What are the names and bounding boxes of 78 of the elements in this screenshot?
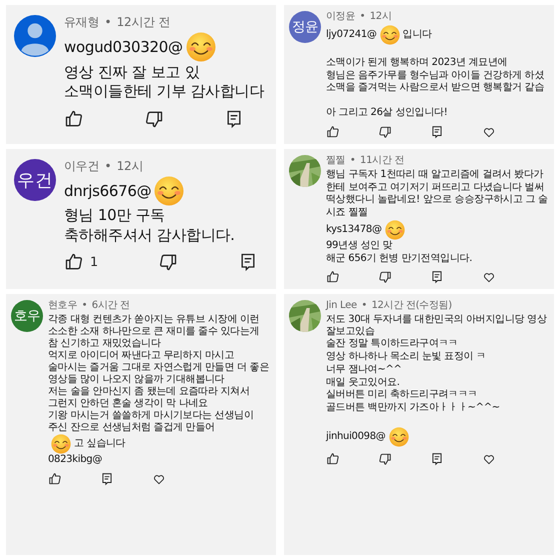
comment-time: 12시 (370, 11, 392, 23)
separator-dot: • (104, 158, 112, 174)
reply-icon[interactable] (100, 472, 114, 486)
reply-icon[interactable] (430, 270, 444, 284)
comment-text: 억지로 아이디어 짜낸다고 무리하지 마시고 술마시는 즐거움 그대로 자연스럽게 만들면 더 좋은 영상들 많이 나오지 않을까 기대해봅니다 (48, 350, 270, 386)
comment-text: kys13478@ (326, 224, 382, 236)
comment-text: dnrjs6676@ (64, 182, 152, 200)
author-name[interactable]: 이정윤 (326, 11, 356, 23)
smiling-face-icon (388, 426, 408, 447)
comment-text: 해군 656기 헌병 만기전역입니다. (326, 252, 472, 265)
comment-text: ljy07241@ (326, 29, 377, 41)
reply-icon[interactable] (430, 452, 444, 466)
author-name[interactable]: Jin Lee (326, 300, 357, 312)
smiling-face-icon (186, 32, 216, 62)
reply-icon[interactable] (430, 124, 444, 139)
separator-dot: • (360, 11, 366, 23)
thumbs-down-icon[interactable] (378, 124, 392, 139)
comment-text: 영상 진짜 잘 보고 있 (64, 62, 200, 82)
comment-text: 아 그리고 26살 성인입니다! (326, 107, 448, 120)
thumbs-down-icon[interactable] (144, 108, 164, 129)
comment-text: 소맥을 즐겨먹는 사람으로서 받으면 행복할거 같습 (326, 82, 544, 94)
author-name[interactable]: 이우건 (64, 158, 100, 174)
thumbs-down-icon[interactable] (158, 252, 178, 272)
author-name[interactable]: 유재형 (64, 15, 100, 30)
comment-text: 입니다 (402, 29, 432, 41)
comment-text: 떡상했다니 놀랍네요! 앞으로 승승장구하시고 그 술 (326, 194, 548, 206)
separator-dot: • (82, 300, 88, 312)
comment-text: 고 싶습니다 (74, 438, 126, 450)
comment-text: 소맥이가 된게 행복하며 2023년 계묘년에 (326, 57, 508, 69)
author-name[interactable]: 현호우 (48, 300, 78, 312)
thumbs-up-icon[interactable] (64, 252, 84, 272)
comment-time: 12시간 전(수정됨) (371, 300, 452, 312)
comment-text: 형님 10만 구독 (64, 206, 165, 226)
comment-text: 매일 웃고있어요. (326, 376, 400, 389)
heart-icon[interactable] (482, 270, 496, 284)
comment-text: 소맥이들한테 기부 감사합니다 (64, 82, 264, 101)
comment-text: 영상 하나하나 목소리 눈빛 표정이 ㅋ (326, 351, 486, 364)
thumbs-up-icon[interactable] (326, 452, 340, 466)
thumbs-up-icon[interactable] (48, 472, 62, 486)
avatar: 정윤 (289, 11, 321, 43)
like-count: 1 (90, 254, 98, 270)
heart-icon[interactable] (152, 472, 166, 486)
smiling-face-icon (380, 25, 400, 45)
separator-dot: • (361, 300, 367, 312)
separator-dot: • (350, 154, 356, 167)
comment-text: 각종 대형 컨텐츠가 쏟아지는 유튜브 시장에 이런 소소한 소재 하나만으로 큰 재미를 줄수 있다는게 참 신기하고 재밌었습니다 (48, 314, 260, 350)
comment-text: 형님은 음주가무를 형수님과 아이들 건강하게 하셨 (326, 70, 544, 82)
comment-text: 99년생 성인 맞 (326, 240, 392, 252)
smiling-face-icon (154, 176, 184, 206)
comment-text: 행님 구독자 1천따리 때 알고리즘에 걸려서 봤다가 (326, 168, 544, 181)
comment-time: 6시간 전 (92, 300, 130, 312)
comment-time: 12시간 전 (116, 15, 170, 30)
separator-dot: • (104, 15, 112, 30)
thumbs-up-icon[interactable] (64, 108, 84, 129)
comment-text: 한테 보여주고 여기저기 퍼뜨리고 다녔습니다 벌써 (326, 182, 544, 194)
thumbs-up-icon[interactable] (326, 270, 340, 284)
smiling-face-icon (51, 434, 71, 454)
comment-text: 0823kibg@ (48, 454, 102, 466)
avatar: 우건 (14, 158, 56, 201)
comment-text: 술잔 정말 특이하드라구여ㅋㅋ (326, 338, 458, 350)
comment-text: 기왕 마시는거 쓸쓸하게 마시기보다는 선생님이 주신 잔으로 선생님처럼 즐겁게 만들어 (48, 410, 255, 434)
thumbs-down-icon[interactable] (378, 270, 392, 284)
comment-text: 골드버튼 백만까지 가즈아ㅏㅏㅏ~^^~ (326, 402, 500, 414)
smiling-face-icon (384, 220, 405, 240)
author-name[interactable]: 찔찔 (326, 154, 346, 167)
thumbs-down-icon[interactable] (378, 452, 392, 466)
comment-text: jinhui0098@ (326, 430, 386, 443)
comment-text: 너무 잼나여~^^ (326, 364, 402, 376)
avatar: 호우 (11, 300, 43, 332)
comment-text: 축하해주셔서 감사합니다. (64, 226, 235, 244)
comment-text: 저는 술을 안마신지 좀 됐는데 요즘따라 지쳐서 그런지 안하던 혼술 생각이 막 나네요 (48, 386, 251, 410)
comment-time: 12시 (116, 158, 144, 174)
thumbs-up-icon[interactable] (326, 124, 340, 139)
comment-time: 11시간 전 (360, 154, 404, 167)
comment-text: wogud030320@ (64, 38, 183, 56)
comment-text: 저도 30대 두자녀를 대한민국의 아버지입니당 영상 잘보고있습 (326, 314, 548, 338)
comment-text: 시죠 찔찔 (326, 207, 368, 220)
comment-text: 실버버튼 미리 축하드리구려ㅋㅋㅋ (326, 389, 478, 402)
